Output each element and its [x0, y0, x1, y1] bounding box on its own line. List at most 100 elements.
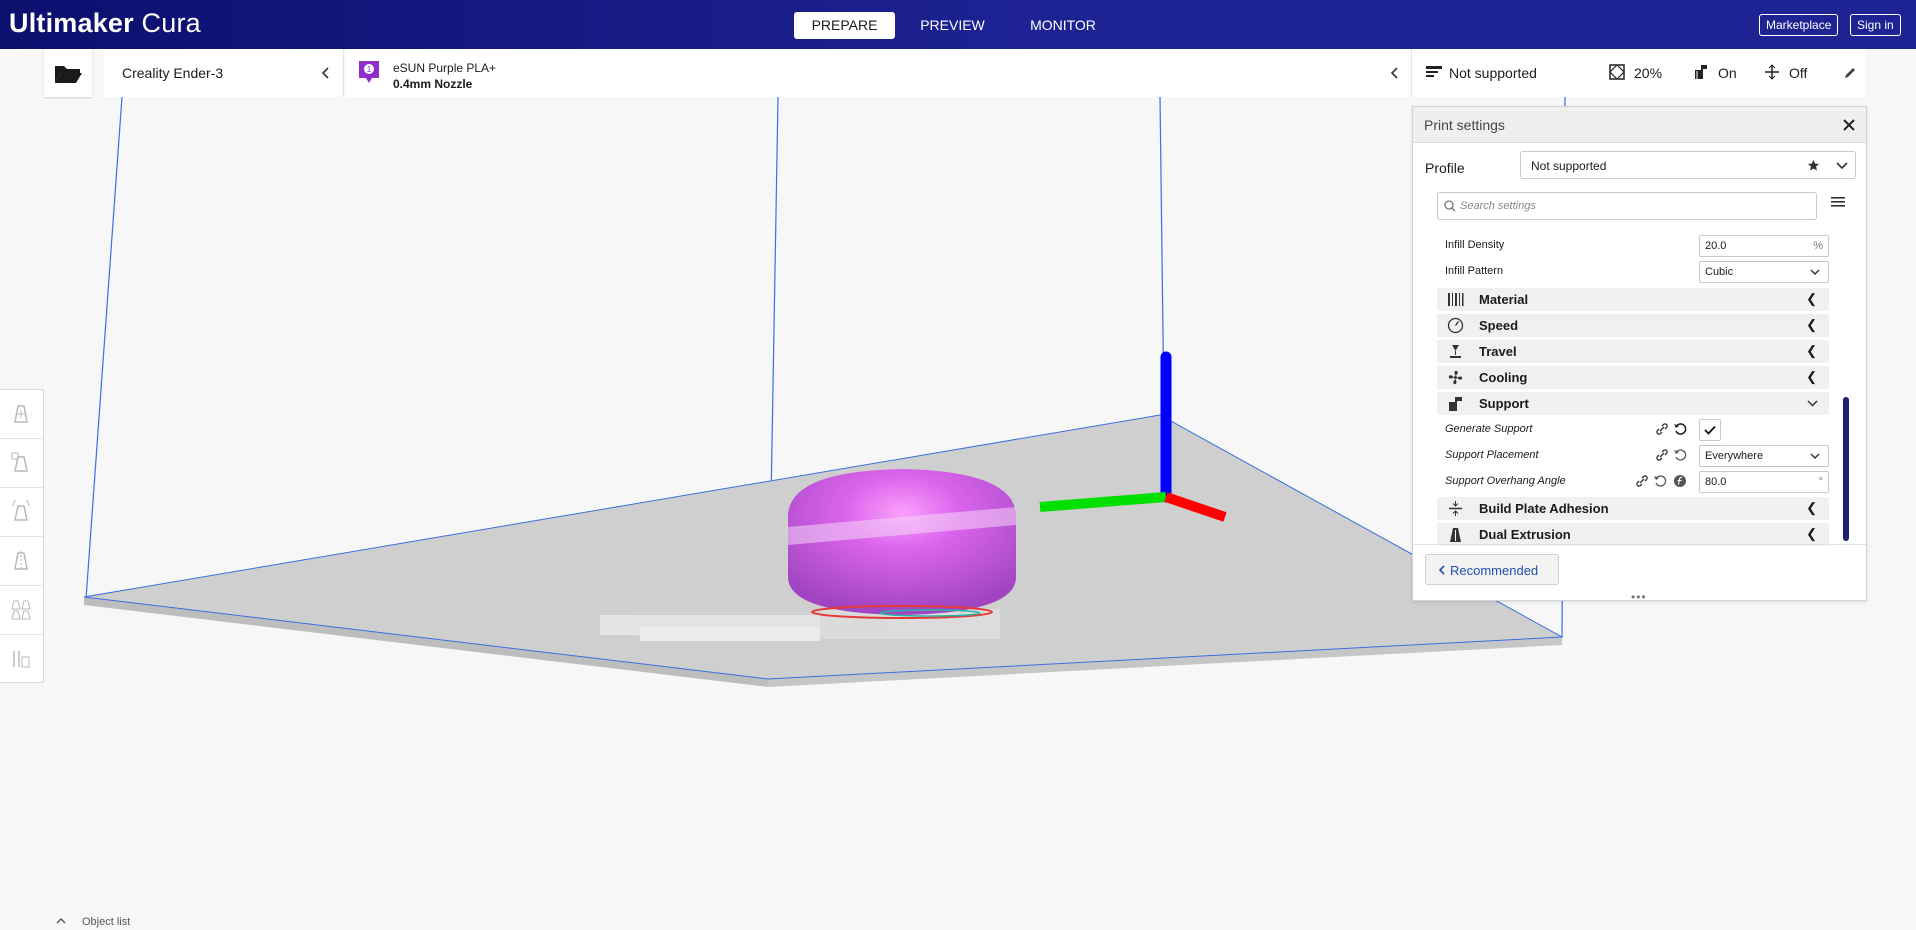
category-cooling[interactable]: Cooling ❮	[1437, 366, 1829, 389]
support-overhang-angle-field[interactable]: 80.0 °	[1699, 471, 1829, 493]
search-icon	[1444, 200, 1456, 212]
link-icon[interactable]	[1655, 422, 1669, 436]
check-icon	[1704, 425, 1716, 435]
adhesion-icon	[1765, 64, 1779, 80]
adhesion-icon	[1449, 501, 1462, 516]
marketplace-button[interactable]: Marketplace	[1759, 14, 1839, 36]
rotate-tool-button[interactable]	[0, 488, 43, 537]
reset-icon[interactable]	[1673, 448, 1687, 462]
support-blocker-button[interactable]	[0, 635, 43, 684]
move-tool-button[interactable]	[0, 390, 43, 439]
open-file-button[interactable]	[44, 49, 92, 97]
print-setup-adhesion: Off	[1789, 65, 1808, 81]
function-icon[interactable]	[1673, 474, 1687, 488]
generate-support-checkbox[interactable]	[1699, 419, 1721, 441]
chevron-left-icon	[1390, 67, 1398, 79]
support-icon	[1449, 397, 1462, 411]
printer-name: Creality Ender-3	[122, 65, 224, 81]
support-icon	[1695, 65, 1707, 79]
profile-value: Not supported	[1531, 159, 1607, 173]
link-icon[interactable]	[1635, 474, 1649, 488]
category-support[interactable]: Support	[1437, 392, 1829, 415]
tool-panel	[0, 389, 44, 683]
star-icon[interactable]	[1807, 159, 1820, 172]
print-setup-infill: 20%	[1634, 65, 1663, 81]
print-setup-support: On	[1718, 65, 1737, 81]
print-setup-profile: Not supported	[1449, 65, 1537, 81]
travel-icon	[1450, 345, 1461, 358]
chevron-left-icon: ❮	[1806, 343, 1817, 358]
chevron-down-icon	[1836, 162, 1848, 170]
reset-icon[interactable]	[1653, 474, 1667, 488]
recommended-button[interactable]: Recommended	[1425, 554, 1559, 585]
profile-icon	[1426, 66, 1442, 77]
fan-icon	[1448, 370, 1463, 385]
per-model-settings-button[interactable]	[0, 586, 43, 635]
reset-icon[interactable]	[1673, 422, 1687, 436]
nozzle-name: 0.4mm Nozzle	[393, 77, 473, 91]
chevron-up-icon	[56, 918, 66, 924]
speed-icon	[1447, 317, 1464, 334]
move-icon	[14, 405, 28, 423]
category-speed[interactable]: Speed ❮	[1437, 314, 1829, 337]
chevron-left-icon: ❮	[1806, 317, 1817, 332]
support-blocker-icon	[13, 651, 30, 668]
settings-list: Infill Density 20.0 % Infill Pattern Cub…	[1437, 233, 1857, 549]
app-header: Ultimaker Cura PREPARE PREVIEW MONITOR M…	[0, 0, 1916, 49]
tab-preview[interactable]: PREVIEW	[905, 12, 1000, 39]
chevron-down-icon	[1810, 453, 1820, 460]
edit-icon[interactable]	[1843, 66, 1857, 80]
rotate-icon	[12, 500, 30, 521]
category-travel[interactable]: Travel ❮	[1437, 340, 1829, 363]
per-model-settings-icon	[11, 600, 31, 620]
infill-density-field[interactable]: 20.0 %	[1699, 235, 1829, 257]
menu-icon[interactable]	[1831, 196, 1845, 208]
material-selector[interactable]: 1 eSUN Purple PLA+ 0.4mm Nozzle	[345, 49, 1411, 97]
app-logo: Ultimaker Cura	[9, 8, 201, 38]
chevron-left-icon: ❮	[1806, 500, 1817, 515]
profile-dropdown[interactable]: Not supported	[1520, 151, 1856, 179]
chevron-left-icon	[1438, 565, 1445, 575]
material-name: eSUN Purple PLA+	[393, 61, 497, 75]
category-dual-extrusion[interactable]: Dual Extrusion ❮	[1437, 523, 1829, 546]
category-material[interactable]: Material ❮	[1437, 288, 1829, 311]
material-icon	[1448, 293, 1464, 306]
divider	[1413, 544, 1866, 545]
mirror-tool-button[interactable]	[0, 537, 43, 586]
chevron-left-icon: ❮	[1806, 526, 1817, 541]
setting-infill-pattern: Infill Pattern Cubic	[1437, 259, 1829, 285]
chevron-left-icon: ❮	[1806, 291, 1817, 306]
dual-extrusion-icon	[1450, 528, 1461, 542]
print-settings-panel: Print settings Profile Not supported Inf…	[1412, 106, 1867, 604]
svg-text:1: 1	[367, 65, 372, 74]
infill-pattern-dropdown[interactable]: Cubic	[1699, 261, 1829, 283]
chevron-down-icon	[1807, 400, 1818, 407]
close-icon[interactable]	[1842, 118, 1856, 132]
mirror-icon	[14, 551, 28, 571]
print-settings-header: Print settings	[1413, 107, 1866, 143]
settings-scrollbar[interactable]	[1843, 397, 1849, 541]
open-folder-icon	[55, 66, 82, 83]
support-placement-dropdown[interactable]: Everywhere	[1699, 445, 1829, 467]
setting-generate-support: Generate Support	[1437, 417, 1829, 443]
chevron-down-icon	[1810, 269, 1820, 276]
setting-infill-density: Infill Density 20.0 %	[1437, 233, 1829, 259]
panel-resize-handle[interactable]: •••	[1631, 590, 1647, 604]
profile-label: Profile	[1425, 160, 1465, 176]
category-build-plate-adhesion[interactable]: Build Plate Adhesion ❮	[1437, 497, 1829, 520]
scale-tool-button[interactable]	[0, 439, 43, 488]
search-settings-input[interactable]	[1437, 192, 1817, 220]
chevron-left-icon	[321, 67, 329, 79]
setting-support-overhang-angle: Support Overhang Angle 80.0 °	[1437, 469, 1829, 495]
extruder-badge-icon: 1	[359, 61, 379, 83]
setting-support-placement: Support Placement Everywhere	[1437, 443, 1829, 469]
tab-prepare[interactable]: PREPARE	[794, 12, 895, 39]
link-icon[interactable]	[1655, 448, 1669, 462]
print-setup-selector[interactable]: Not supported 20% On Off	[1411, 49, 1866, 97]
tab-monitor[interactable]: MONITOR	[1018, 12, 1108, 39]
sign-in-button[interactable]: Sign in	[1850, 14, 1901, 36]
printer-selector[interactable]: Creality Ender-3	[104, 49, 344, 97]
infill-icon	[1609, 64, 1625, 80]
scale-icon	[11, 452, 28, 472]
chevron-left-icon: ❮	[1806, 369, 1817, 384]
